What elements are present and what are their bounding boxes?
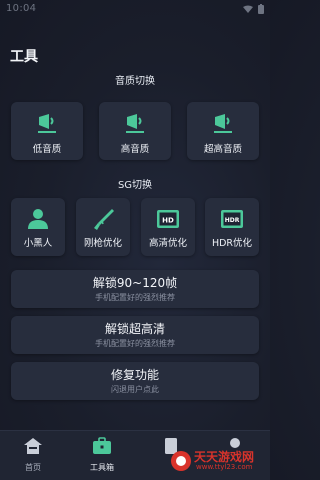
- hd-icon: HD: [157, 210, 179, 228]
- repair-title: 修复功能: [110, 368, 159, 382]
- gun-optimize-button[interactable]: 刚枪优化: [76, 198, 130, 256]
- toolbox-icon: [93, 437, 111, 454]
- ultra-quality-button[interactable]: 超高音质: [187, 102, 259, 160]
- hd-optimize-label: 高清优化: [148, 238, 187, 249]
- little-black-man-label: 小黑人: [23, 238, 53, 249]
- wifi-icon: [243, 5, 253, 13]
- repair-button[interactable]: 修复功能 闪退用户点此: [11, 362, 259, 400]
- speaker-ultra-icon: [214, 114, 232, 133]
- low-quality-label: 低音质: [32, 144, 62, 155]
- speaker-high-icon: [126, 114, 144, 133]
- hdr-optimize-label: HDR优化: [211, 238, 253, 249]
- unlock-120fps-subtitle: 手机配置好的强烈推荐: [95, 293, 175, 302]
- ultra-quality-label: 超高音质: [203, 144, 242, 155]
- repair-subtitle: 闪退用户点此: [111, 385, 159, 394]
- unlock-uhd-title: 解锁超高清: [104, 322, 165, 336]
- status-icons: [243, 4, 264, 14]
- site-watermark: 天天游戏网 www.ttyl23.com: [170, 448, 266, 474]
- nav-home[interactable]: 首页: [6, 431, 60, 480]
- gun-icon: [94, 209, 114, 230]
- battery-icon: [258, 4, 264, 14]
- sg-section-title: SG切换: [117, 180, 153, 191]
- status-bar: 10:04: [0, 0, 270, 20]
- hdr-icon: HDR: [221, 210, 243, 228]
- speaker-low-icon: [38, 114, 56, 133]
- nav-toolbox[interactable]: 工具箱: [75, 431, 129, 480]
- hd-optimize-button[interactable]: HD 高清优化: [141, 198, 195, 256]
- person-icon: [28, 209, 48, 229]
- gun-optimize-label: 刚枪优化: [83, 238, 122, 249]
- hdr-badge-text: HDR: [225, 217, 240, 224]
- home-icon: [24, 438, 42, 454]
- hd-badge-text: HD: [162, 217, 174, 225]
- low-quality-button[interactable]: 低音质: [11, 102, 83, 160]
- page-title: 工具: [10, 49, 38, 65]
- unlock-120fps-title: 解锁90~120帧: [92, 276, 178, 290]
- nav-home-label: 首页: [25, 463, 41, 472]
- unlock-120fps-button[interactable]: 解锁90~120帧 手机配置好的强烈推荐: [11, 270, 259, 308]
- watermark-url: www.ttyl23.com: [196, 463, 253, 471]
- unlock-uhd-subtitle: 手机配置好的强烈推荐: [95, 339, 175, 348]
- sound-section-title: 音质切换: [115, 76, 155, 87]
- hdr-optimize-button[interactable]: HDR HDR优化: [205, 198, 259, 256]
- nav-toolbox-label: 工具箱: [90, 463, 114, 472]
- status-time: 10:04: [6, 3, 37, 14]
- little-black-man-button[interactable]: 小黑人: [11, 198, 65, 256]
- high-quality-button[interactable]: 高音质: [99, 102, 171, 160]
- unlock-uhd-button[interactable]: 解锁超高清 手机配置好的强烈推荐: [11, 316, 259, 354]
- high-quality-label: 高音质: [120, 144, 150, 155]
- watermark-logo: [171, 451, 191, 471]
